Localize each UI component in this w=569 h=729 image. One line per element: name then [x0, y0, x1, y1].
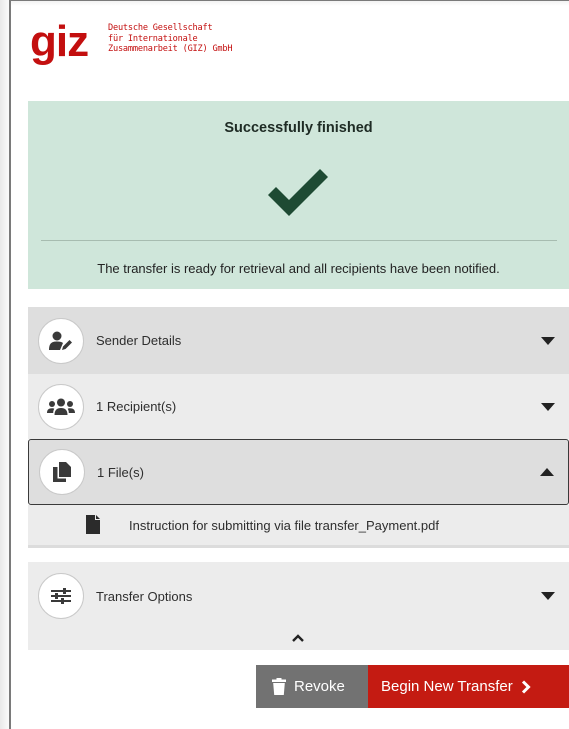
success-message: The transfer is ready for retrieval and … — [97, 261, 500, 276]
sender-icon-circle — [38, 317, 84, 364]
accordion-spacer — [28, 548, 569, 562]
success-divider — [41, 240, 557, 241]
options-icon-circle — [38, 573, 84, 619]
begin-new-transfer-button[interactable]: Begin New Transfer — [368, 665, 569, 708]
revoke-label: Revoke — [294, 678, 345, 695]
copy-files-icon — [53, 462, 71, 482]
files-label: 1 File(s) — [97, 464, 144, 480]
files-icon-circle — [39, 449, 85, 495]
file-icon — [86, 515, 100, 534]
logo-line: Zusammenarbeit (GIZ) GmbH — [108, 44, 233, 54]
logo-line: für Internationale — [108, 33, 198, 44]
trash-icon — [272, 678, 286, 695]
giz-logo: giz Deutsche Gesellschaft für Internatio… — [30, 22, 233, 68]
chevron-right-icon — [521, 679, 531, 694]
chevron-up-icon — [292, 634, 304, 642]
caret-down-icon — [541, 336, 555, 345]
begin-new-transfer-label: Begin New Transfer — [381, 678, 513, 695]
accordion-files[interactable]: 1 File(s) — [28, 439, 569, 505]
file-name: Instruction for submitting via file tran… — [129, 518, 439, 533]
window-frame-left — [0, 0, 11, 729]
success-title: Successfully finished — [224, 120, 373, 136]
caret-down-icon — [541, 592, 555, 600]
transfer-options-label: Transfer Options — [96, 588, 193, 604]
recipients-label: 1 Recipient(s) — [96, 399, 177, 414]
file-list-item[interactable]: Instruction for submitting via file tran… — [28, 505, 569, 548]
svg-text:giz: giz — [30, 22, 88, 66]
revoke-button[interactable]: Revoke — [256, 665, 368, 708]
logo-line: Deutsche Gesellschaft — [108, 23, 213, 33]
sliders-icon — [51, 588, 71, 604]
checkmark-icon — [268, 169, 328, 216]
caret-down-icon — [541, 402, 555, 411]
sender-details-label: Sender Details — [96, 333, 182, 348]
user-edit-icon — [49, 331, 72, 350]
accordion-transfer-options[interactable]: Transfer Options — [28, 562, 569, 630]
giz-logo-mark: giz — [30, 22, 89, 66]
collapse-toggle[interactable] — [28, 630, 569, 650]
users-icon — [47, 398, 75, 415]
success-panel: Successfully finished The transfer is re… — [28, 101, 569, 289]
accordion-recipients[interactable]: 1 Recipient(s) — [28, 374, 569, 439]
accordion-sender-details[interactable]: Sender Details — [28, 307, 569, 374]
logo-company-name: Deutsche Gesellschaft für Internationale… — [108, 23, 233, 55]
recipients-icon-circle — [38, 383, 84, 430]
caret-up-icon — [540, 468, 554, 476]
window-frame-top — [11, 0, 569, 6]
